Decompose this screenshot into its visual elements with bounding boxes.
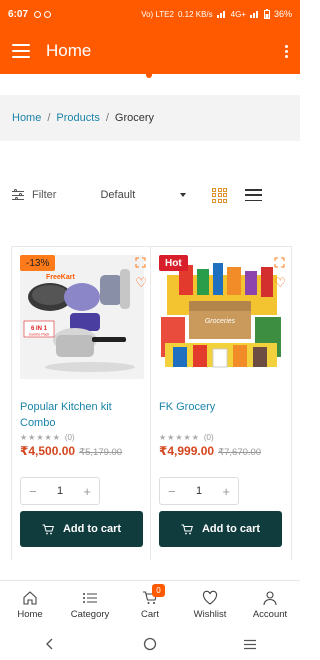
- breadcrumb-separator: /: [105, 112, 109, 124]
- grocery-box-text: Groceries: [205, 318, 236, 325]
- nav-category-label: Category: [70, 608, 110, 620]
- add-to-cart-button[interactable]: Add to cart: [159, 511, 282, 547]
- add-to-cart-button[interactable]: Add to cart: [20, 511, 143, 547]
- nav-home[interactable]: Home: [0, 590, 60, 620]
- app-bar: Home: [0, 28, 300, 74]
- pull-indicator: [146, 74, 152, 78]
- nav-wishlist[interactable]: Wishlist: [180, 590, 240, 620]
- quantity-value[interactable]: 1: [57, 485, 63, 497]
- star-rating: ★★★★★ (0): [159, 433, 214, 442]
- sale-price: ₹4,999.00: [159, 444, 215, 458]
- cart-count-badge: 0: [152, 583, 165, 597]
- shop-toolbar: Filter Default: [0, 180, 300, 210]
- notification-icons: [34, 10, 52, 18]
- heart-icon: [202, 590, 218, 605]
- battery-percent: 36%: [273, 9, 292, 19]
- quantity-value[interactable]: 1: [196, 485, 202, 497]
- nav-home-label: Home: [17, 608, 43, 620]
- product-name[interactable]: Popular Kitchen kit Combo: [20, 399, 144, 431]
- caret-down-icon: [180, 193, 187, 197]
- cart-icon: [181, 524, 193, 534]
- expand-icon[interactable]: [135, 257, 146, 268]
- decrement-button[interactable]: −: [168, 484, 176, 499]
- nav-account-label: Account: [252, 608, 288, 620]
- breadcrumb-current: Grocery: [114, 112, 155, 124]
- product-card[interactable]: Groceries Hot ♡ FK Grocery ★★★★★ (0) ₹4,9…: [150, 246, 292, 560]
- wishlist-heart-icon[interactable]: ♡: [274, 275, 286, 291]
- combo-subtext: Combo Pack: [29, 333, 50, 337]
- wishlist-heart-icon[interactable]: ♡: [135, 275, 147, 291]
- cart-icon: [42, 524, 54, 534]
- system-navigation-bar: [0, 628, 300, 660]
- quantity-stepper: − 1 +: [159, 477, 239, 505]
- decrement-button[interactable]: −: [29, 484, 37, 499]
- signal-icon: [216, 11, 225, 18]
- more-options-icon[interactable]: [285, 44, 288, 58]
- nav-cart-label: Cart: [141, 608, 159, 620]
- nav-account[interactable]: Account: [240, 590, 300, 620]
- home-icon: [23, 590, 37, 605]
- battery-icon: [263, 9, 270, 19]
- breadcrumb-home[interactable]: Home: [12, 112, 41, 124]
- list-view-icon[interactable]: [245, 189, 263, 201]
- sort-select[interactable]: Default: [100, 189, 187, 201]
- signal-icon-2: [249, 11, 258, 18]
- grid-view-icon[interactable]: [212, 187, 228, 203]
- user-icon: [263, 590, 277, 605]
- hot-badge: Hot: [159, 255, 188, 271]
- discount-badge: -13%: [20, 255, 56, 271]
- product-image[interactable]: Groceries: [159, 255, 283, 379]
- add-to-cart-label: Add to cart: [62, 523, 122, 535]
- quantity-stepper: − 1 +: [20, 477, 100, 505]
- back-icon[interactable]: [30, 638, 70, 650]
- sale-price: ₹4,500.00: [20, 444, 76, 458]
- original-price: ₹5,179.00: [79, 447, 123, 458]
- increment-button[interactable]: +: [222, 484, 230, 499]
- product-name[interactable]: FK Grocery: [159, 399, 283, 415]
- filter-button[interactable]: Filter: [32, 189, 56, 201]
- brand-text: FreeKart: [46, 274, 75, 281]
- original-price: ₹7,670.00: [218, 447, 262, 458]
- status-bar: 6:07 Vo) LTE2 0.12 KB/s 4G+ 36%: [0, 0, 300, 28]
- network-speed: 0.12 KB/s: [177, 9, 213, 19]
- review-count: (0): [203, 433, 214, 442]
- breadcrumb: Home / Products / Grocery: [0, 95, 300, 141]
- nav-wishlist-label: Wishlist: [193, 608, 227, 620]
- network-label: Vo) LTE2: [141, 9, 174, 19]
- nav-category[interactable]: Category: [60, 590, 120, 620]
- recents-menu-icon[interactable]: [230, 639, 270, 650]
- price-block: ₹4,500.00 ₹5,179.00: [20, 444, 122, 458]
- expand-icon[interactable]: [274, 257, 285, 268]
- filter-icon[interactable]: [12, 189, 24, 201]
- home-circle-icon[interactable]: [130, 637, 170, 651]
- sort-value: Default: [100, 189, 136, 201]
- menu-icon[interactable]: [12, 44, 30, 58]
- add-to-cart-label: Add to cart: [201, 523, 261, 535]
- category-list-icon: [83, 592, 97, 603]
- status-time: 6:07: [8, 8, 29, 20]
- product-image[interactable]: 6 IN 1 Combo Pack FreeKart: [20, 255, 144, 379]
- increment-button[interactable]: +: [83, 484, 91, 499]
- breadcrumb-products[interactable]: Products: [56, 112, 99, 124]
- price-block: ₹4,999.00 ₹7,670.00: [159, 444, 261, 458]
- product-card[interactable]: 6 IN 1 Combo Pack FreeKart -13% ♡ Popula…: [11, 246, 153, 560]
- star-rating: ★★★★★ (0): [20, 433, 75, 442]
- page-title: Home: [46, 41, 92, 60]
- combo-text: 6 IN 1: [31, 326, 48, 332]
- nav-cart[interactable]: 0 Cart: [120, 583, 180, 620]
- bottom-navigation: Home Category 0 Cart Wishlist Account: [0, 580, 300, 628]
- review-count: (0): [64, 433, 75, 442]
- breadcrumb-separator: /: [47, 112, 51, 124]
- network-type: 4G+: [230, 9, 246, 19]
- status-right: Vo) LTE2 0.12 KB/s 4G+ 36%: [141, 9, 292, 19]
